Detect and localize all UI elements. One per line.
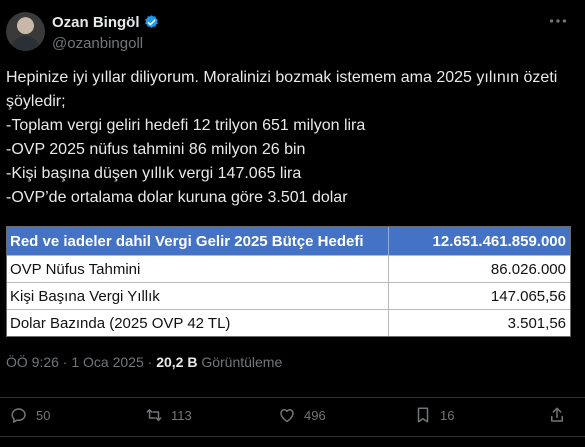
share-icon bbox=[551, 407, 563, 422]
view-label: Görüntüleme bbox=[197, 354, 283, 370]
post-text: Hepinize iyi yıllar diliyorum. Moraliniz… bbox=[6, 69, 558, 206]
table-cell-value: 3.501,56 bbox=[388, 310, 570, 336]
repost-count: 113 bbox=[171, 407, 192, 423]
post-timestamp[interactable]: ÖÖ 9:26 · 1 Oca 2025 · bbox=[6, 354, 156, 370]
bookmark-button[interactable]: 16 bbox=[414, 405, 454, 425]
repost-icon bbox=[146, 409, 162, 421]
author-name[interactable]: Ozan Bingöl bbox=[52, 14, 140, 31]
repost-button[interactable]: 113 bbox=[145, 405, 192, 425]
table-row: Dolar Bazında (2025 OVP 42 TL) 3.501,56 bbox=[7, 309, 570, 336]
view-count: 20,2 B bbox=[156, 354, 198, 370]
table-cell-value: 147.065,56 bbox=[388, 283, 570, 309]
bookmark-icon bbox=[417, 407, 429, 423]
table-row: Kişi Başına Vergi Yıllık 147.065,56 bbox=[7, 282, 570, 309]
verified-badge-icon bbox=[145, 15, 158, 28]
post-metadata: ÖÖ 9:26 · 1 Oca 2025 · 20,2 B Görüntülem… bbox=[6, 354, 282, 370]
table-row: OVP Nüfus Tahmini 86.026.000 bbox=[7, 255, 570, 282]
table-header-row: Red ve iadeler dahil Vergi Gelir 2025 Bü… bbox=[7, 227, 570, 255]
reply-icon bbox=[11, 408, 26, 423]
post-actions: 50 113 496 16 bbox=[0, 397, 585, 432]
table-cell-value: 12.651.461.859.000 bbox=[388, 227, 570, 255]
table-cell-value: 86.026.000 bbox=[388, 256, 570, 282]
reply-count: 50 bbox=[36, 407, 51, 423]
more-options-icon[interactable] bbox=[547, 10, 569, 32]
like-count: 496 bbox=[304, 407, 326, 423]
bookmark-count: 16 bbox=[440, 407, 455, 423]
author-handle[interactable]: @ozanbingoll bbox=[52, 35, 143, 52]
heart-icon bbox=[280, 409, 294, 423]
like-button[interactable]: 496 bbox=[278, 405, 326, 425]
tax-summary-table: Red ve iadeler dahil Vergi Gelir 2025 Bü… bbox=[6, 226, 571, 337]
post-header: Ozan Bingöl @ozanbingoll bbox=[0, 0, 585, 60]
divider bbox=[0, 436, 585, 437]
table-cell-label: OVP Nüfus Tahmini bbox=[10, 260, 141, 278]
reply-button[interactable]: 50 bbox=[10, 405, 50, 425]
table-cell-label: Kişi Başına Vergi Yıllık bbox=[10, 287, 160, 305]
avatar[interactable] bbox=[6, 12, 45, 51]
share-button[interactable] bbox=[548, 405, 574, 425]
table-cell-label: Dolar Bazında (2025 OVP 42 TL) bbox=[10, 314, 231, 332]
table-cell-label: Red ve iadeler dahil Vergi Gelir 2025 Bü… bbox=[10, 232, 364, 250]
